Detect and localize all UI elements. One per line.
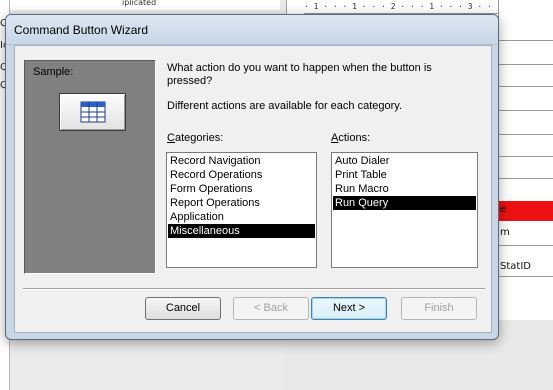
table-grid-icon xyxy=(80,101,106,123)
actions-listbox[interactable]: Auto Dialer Print Table Run Macro Run Query xyxy=(331,152,478,268)
screen: Ci Ic Qu Qu iplicated · 1 · · · 1 · · · … xyxy=(0,0,553,390)
grid-line xyxy=(498,134,553,135)
dialog-titlebar[interactable]: Command Button Wizard xyxy=(6,15,498,45)
field-label: StatID xyxy=(500,261,531,272)
cancel-button[interactable]: Cancel xyxy=(145,297,221,320)
category-list-item[interactable]: Record Operations xyxy=(168,168,315,182)
field-label: m xyxy=(500,227,510,238)
categories-label-text: ategories: xyxy=(174,132,224,144)
dialog-separator xyxy=(23,288,485,290)
categories-listbox[interactable]: Record Navigation Record Operations Form O… xyxy=(166,152,317,268)
dialog-title: Command Button Wizard xyxy=(14,23,149,37)
action-list-item[interactable]: Run Query xyxy=(333,196,476,210)
grid-line xyxy=(498,110,553,111)
field-label: e xyxy=(500,204,507,215)
grid-line xyxy=(498,276,553,277)
action-list-item[interactable]: Auto Dialer xyxy=(333,154,476,168)
action-list-item[interactable]: Print Table xyxy=(333,168,476,182)
category-list-item[interactable]: Record Navigation xyxy=(168,154,315,168)
background-property-panel xyxy=(498,0,553,320)
actions-label: Actions: xyxy=(331,132,370,144)
next-button[interactable]: Next > xyxy=(311,297,387,320)
background-fragment: iplicated xyxy=(122,0,157,7)
sample-label: Sample: xyxy=(33,66,74,78)
highlighted-field: e xyxy=(498,201,553,221)
dialog-client-area: Sample: What action do you want to happe… xyxy=(14,45,492,333)
category-list-item[interactable]: Form Operations xyxy=(168,182,315,196)
sample-command-button xyxy=(59,93,126,131)
categories-label: Categories: xyxy=(167,132,223,144)
actions-label-text: ctions: xyxy=(338,132,371,144)
sample-panel: Sample: xyxy=(24,60,156,274)
finish-button[interactable]: Finish xyxy=(401,297,477,320)
background-top-strip: iplicated xyxy=(10,0,280,10)
category-list-item[interactable]: Report Operations xyxy=(168,196,315,210)
wizard-hint: Different actions are available for each… xyxy=(167,100,403,112)
action-list-item[interactable]: Run Macro xyxy=(333,182,476,196)
category-list-item[interactable]: Miscellaneous xyxy=(168,224,315,238)
grid-line xyxy=(498,178,553,179)
grid-line xyxy=(498,40,553,41)
categories-accelerator: C xyxy=(167,132,175,144)
grid-line xyxy=(498,86,553,87)
grid-line xyxy=(498,156,553,157)
grid-line xyxy=(498,64,553,65)
category-list-item[interactable]: Application xyxy=(168,210,315,224)
grid-line xyxy=(498,245,553,246)
command-button-wizard-dialog: Command Button Wizard Sample: What actio… xyxy=(5,14,499,340)
wizard-question: What action do you want to happen when t… xyxy=(167,62,432,87)
back-button[interactable]: < Back xyxy=(233,297,309,320)
